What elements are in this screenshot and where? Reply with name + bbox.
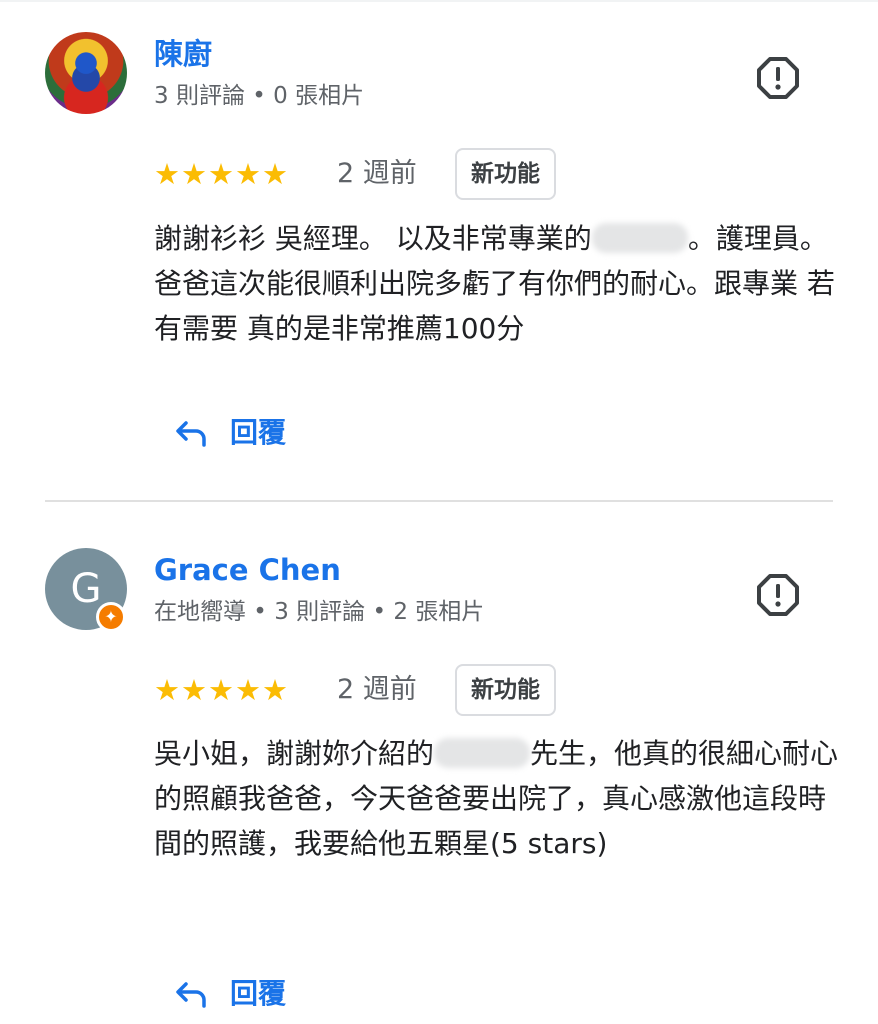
redacted-name	[434, 738, 531, 768]
report-review-icon[interactable]	[756, 56, 800, 100]
reviewer-name[interactable]: Grace Chen	[154, 552, 341, 588]
reviewer-avatar[interactable]	[45, 32, 127, 114]
reviewer-meta: 3 則評論 • 0 張相片	[154, 83, 365, 109]
review-text-part: 謝謝衫衫 吳經理。 以及非常專業的	[154, 222, 592, 255]
star-icon: ★	[262, 673, 288, 707]
reply-icon	[176, 421, 206, 447]
star-rating: ★ ★ ★ ★ ★	[154, 156, 289, 192]
reply-button[interactable]: 回覆	[174, 413, 286, 453]
review-text: 吳小姐，謝謝妳介紹的 先生，他真的很細心耐心的照顧我爸爸，今天爸爸要出院了，真心感…	[154, 731, 844, 866]
star-icon: ★	[181, 673, 207, 707]
reply-icon	[176, 982, 206, 1008]
review-date: 2 週前	[337, 674, 417, 705]
star-rating: ★ ★ ★ ★ ★	[154, 672, 289, 708]
star-icon: ★	[262, 157, 288, 191]
star-icon: ★	[235, 673, 261, 707]
star-icon: ★	[154, 673, 180, 707]
top-edge	[0, 0, 878, 2]
review-text: 謝謝衫衫 吳經理。 以及非常專業的 。護理員。 爸爸這次能很順利出院多虧了有你們的…	[154, 216, 844, 351]
star-icon: ★	[154, 157, 180, 191]
new-feature-button[interactable]: 新功能	[455, 148, 556, 200]
reply-button[interactable]: 回覆	[174, 974, 286, 1014]
new-feature-button[interactable]: 新功能	[455, 664, 556, 716]
report-review-icon[interactable]	[756, 573, 800, 617]
review-divider	[45, 500, 833, 502]
star-icon: ★	[208, 157, 234, 191]
reviewer-meta: 在地嚮導 • 3 則評論 • 2 張相片	[154, 599, 485, 625]
star-icon: ★	[208, 673, 234, 707]
local-guide-badge-icon: ✦	[96, 602, 126, 632]
star-icon: ★	[235, 157, 261, 191]
reply-label: 回覆	[230, 416, 287, 449]
review-text-part: 吳小姐，謝謝妳介紹的	[154, 737, 435, 770]
review-date: 2 週前	[337, 158, 417, 189]
reply-label: 回覆	[230, 977, 287, 1010]
redacted-name	[591, 223, 688, 253]
reviewer-name[interactable]: 陳廚	[154, 36, 212, 72]
star-icon: ★	[181, 157, 207, 191]
